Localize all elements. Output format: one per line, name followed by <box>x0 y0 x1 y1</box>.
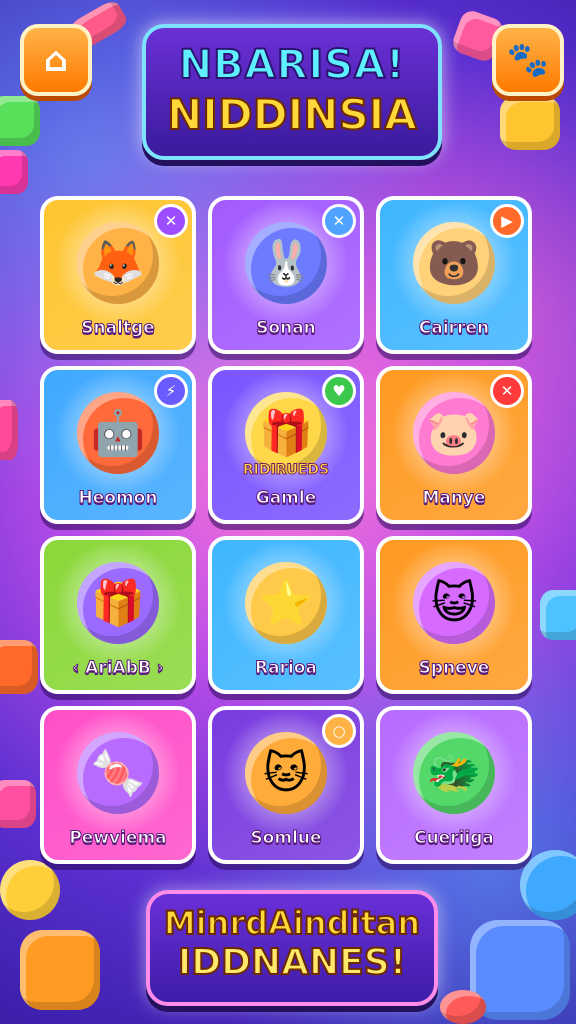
tile-badge-icon[interactable]: ⚡ <box>154 374 188 408</box>
orange-cat-character-icon: 🐱 <box>245 732 327 814</box>
tile-label: ‹ AriAbB › <box>72 658 165 679</box>
tile-badge-icon[interactable]: ✕ <box>322 204 356 238</box>
pet-settings-icon: 🐾 <box>506 40 550 80</box>
candy-decoration <box>0 640 38 694</box>
pink-creature-icon: 🐷 <box>413 392 495 474</box>
footer-line-1: MinrdAinditan <box>163 903 421 943</box>
candy-decoration <box>440 990 486 1024</box>
candy-decoration <box>0 780 36 828</box>
candy-decoration <box>0 150 28 194</box>
tile-label: Cueriiga <box>414 828 495 849</box>
purple-cat-character-icon: 😺 <box>413 562 495 644</box>
candy-decoration <box>20 930 100 1010</box>
character-tile[interactable]: 🎁 RIDIRUEDS Gamle ♥ <box>208 366 364 524</box>
candy-decoration <box>0 860 60 920</box>
tile-badge-icon[interactable]: ✕ <box>490 374 524 408</box>
character-tile[interactable]: 🐻 Cairren ▶ <box>376 196 532 354</box>
candy-decoration <box>500 96 560 150</box>
candy-decoration <box>0 400 18 460</box>
footer-line-2: IDDNANES! <box>177 941 407 984</box>
tile-sublabel: RIDIRUEDS <box>242 462 330 479</box>
tile-label: Gamle <box>255 488 317 509</box>
tile-label: Heomon <box>78 488 158 509</box>
title-line-1: NBARISA! <box>178 41 406 89</box>
tile-label: Manye <box>422 488 486 509</box>
candy-decoration <box>0 96 40 146</box>
tile-badge-icon[interactable]: ♥ <box>322 374 356 408</box>
character-tile[interactable]: 🐷 Manye ✕ <box>376 366 532 524</box>
tile-label: Snaltge <box>81 318 155 339</box>
character-tile[interactable]: 🤖 Heomon ⚡ <box>40 366 196 524</box>
tile-label: Cairren <box>418 318 490 339</box>
character-tile[interactable]: ⭐ Rarioa <box>208 536 364 694</box>
settings-button[interactable]: 🐾 <box>492 24 564 96</box>
character-tile[interactable]: 🐱 Somlue ○ <box>208 706 364 864</box>
star-fox-character-icon: ⭐ <box>245 562 327 644</box>
tile-badge-icon[interactable]: ▶ <box>490 204 524 238</box>
bear-character-icon: 🐻 <box>413 222 495 304</box>
tile-badge-icon[interactable]: ○ <box>322 714 356 748</box>
character-tile[interactable]: 🐲 Cueriiga <box>376 706 532 864</box>
title-line-2: NIDDINSIA <box>166 89 418 140</box>
blue-bunny-character-icon: 🐰 <box>245 222 327 304</box>
home-icon: ⌂ <box>43 40 69 80</box>
game-title: NBARISA! NIDDINSIA <box>142 24 442 160</box>
tile-label: Rarioa <box>255 658 318 679</box>
tile-label: Pewviema <box>69 828 167 849</box>
fox-character-icon: 🦊 <box>77 222 159 304</box>
tile-label: Spneve <box>418 658 490 679</box>
robot-character-icon: 🤖 <box>77 392 159 474</box>
character-tile[interactable]: 🐰 Sonan ✕ <box>208 196 364 354</box>
character-tile[interactable]: 😺 Spneve <box>376 536 532 694</box>
home-button[interactable]: ⌂ <box>20 24 92 96</box>
tile-label: Somlue <box>250 828 322 849</box>
character-tile[interactable]: 🦊 Snaltge ✕ <box>40 196 196 354</box>
green-dragon-character-icon: 🐲 <box>413 732 495 814</box>
tile-badge-icon[interactable]: ✕ <box>154 204 188 238</box>
character-tile[interactable]: 🍬 Pewviema <box>40 706 196 864</box>
candy-decoration <box>540 590 576 640</box>
character-tile[interactable]: 🎁 ‹ AriAbB › <box>40 536 196 694</box>
gift-box-icon: 🎁 <box>77 562 159 644</box>
tile-label: Sonan <box>256 318 317 339</box>
candy-character-icon: 🍬 <box>77 732 159 814</box>
footer-banner[interactable]: MinrdAinditan IDDNANES! <box>146 890 438 1006</box>
